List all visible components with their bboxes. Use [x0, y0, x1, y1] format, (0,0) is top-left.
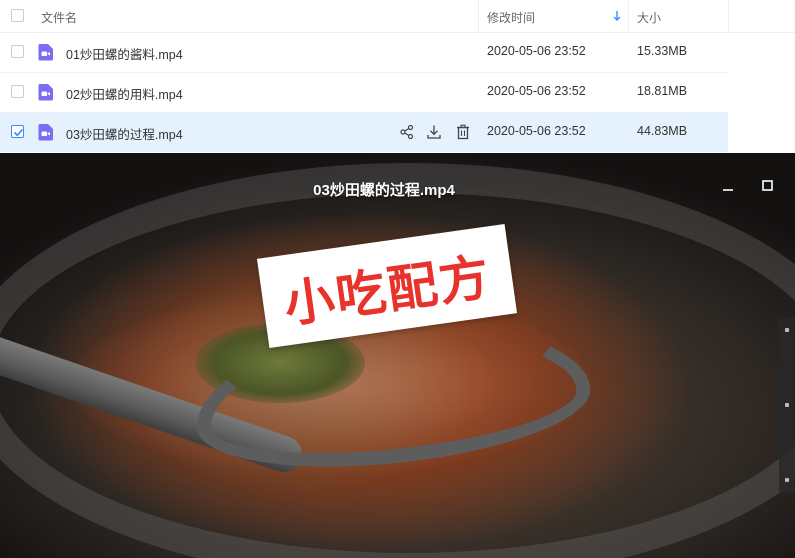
file-size: 44.83MB [637, 124, 688, 138]
trash-icon[interactable] [455, 124, 471, 140]
video-player[interactable]: 小吃配方 03炒田螺的过程.mp4 [0, 153, 795, 558]
select-all-checkbox[interactable] [11, 9, 24, 22]
row-checkbox-checked[interactable] [11, 125, 24, 138]
handle-dot [785, 478, 789, 482]
row-checkbox[interactable] [11, 45, 24, 58]
checkmark-icon [13, 128, 24, 137]
file-row[interactable]: 01炒田螺的酱料.mp4 2020-05-06 23:52 15.33MB [0, 32, 728, 72]
sort-down-arrow-icon[interactable] [612, 9, 622, 23]
file-date: 2020-05-06 23:52 [487, 124, 586, 138]
file-date: 2020-05-06 23:52 [487, 84, 586, 98]
file-name[interactable]: 02炒田螺的用料.mp4 [66, 84, 183, 103]
download-icon[interactable] [426, 124, 442, 140]
file-name[interactable]: 01炒田螺的酱料.mp4 [66, 44, 183, 63]
column-header-date[interactable]: 修改时间 [487, 9, 535, 26]
file-list: 文件名 修改时间 大小 01炒田螺的酱料.mp4 2020-05-06 23:5… [0, 0, 795, 153]
video-file-icon [38, 84, 53, 101]
side-panel-handle[interactable] [779, 318, 795, 493]
video-file-icon [38, 44, 53, 61]
file-size: 18.81MB [637, 84, 688, 98]
column-header-size[interactable]: 大小 [637, 9, 661, 26]
video-file-icon [38, 124, 53, 141]
column-divider [728, 0, 729, 32]
handle-dot [785, 328, 789, 332]
column-header-name[interactable]: 文件名 [41, 9, 77, 26]
column-divider [628, 0, 629, 32]
file-row-selected[interactable]: 03炒田螺的过程.mp4 2020-05-06 23:52 44.83MB [0, 112, 728, 152]
file-size: 15.33MB [637, 44, 688, 58]
maximize-icon[interactable] [762, 180, 773, 191]
share-icon[interactable] [399, 124, 415, 140]
file-row[interactable]: 02炒田螺的用料.mp4 2020-05-06 23:52 18.81MB [0, 72, 728, 112]
handle-dot [785, 403, 789, 407]
file-date: 2020-05-06 23:52 [487, 44, 586, 58]
video-title: 03炒田螺的过程.mp4 [313, 182, 455, 199]
row-checkbox[interactable] [11, 85, 24, 98]
minimize-icon[interactable] [722, 183, 734, 191]
column-divider [478, 0, 479, 32]
file-list-header: 文件名 修改时间 大小 [0, 0, 795, 33]
file-name[interactable]: 03炒田螺的过程.mp4 [66, 124, 183, 143]
